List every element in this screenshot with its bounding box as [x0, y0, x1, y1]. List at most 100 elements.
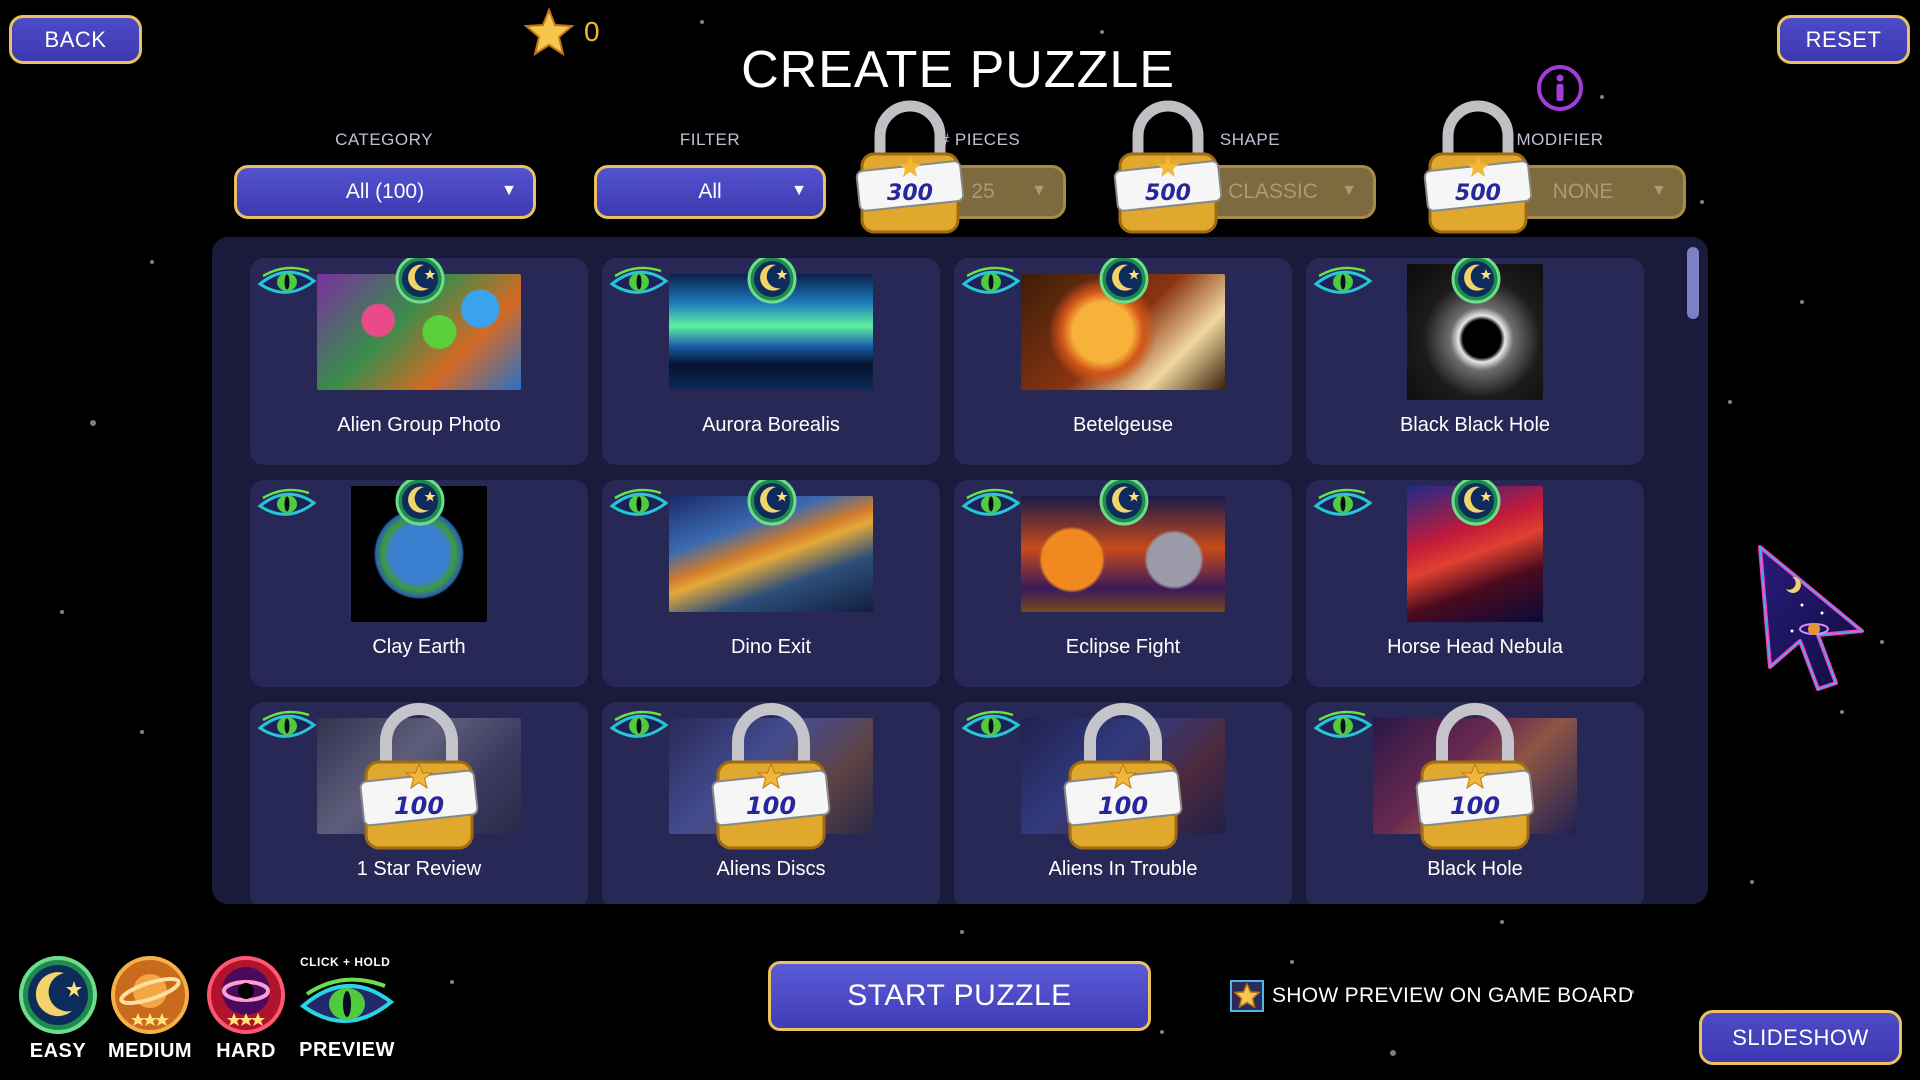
preview-eye-icon[interactable]: [609, 264, 669, 305]
puzzle-title: Aurora Borealis: [702, 414, 840, 436]
puzzle-card[interactable]: 100 Black Hole: [1306, 702, 1644, 904]
background-star: [1100, 30, 1104, 34]
padlock-icon[interactable]: 100: [1406, 702, 1544, 859]
show-preview-label: SHOW PREVIEW ON GAME BOARD: [1272, 984, 1634, 1007]
preview-eye-icon[interactable]: [1313, 486, 1373, 527]
difficulty-easy-icon: [746, 480, 798, 532]
background-star: [90, 420, 96, 426]
puzzle-card[interactable]: 100 1 Star Review: [250, 702, 588, 904]
preview-eye-icon[interactable]: [1313, 708, 1373, 749]
legend-preview: PREVIEW: [296, 972, 398, 1062]
slideshow-button[interactable]: SLIDESHOW: [1699, 1010, 1902, 1065]
puzzle-title: Aliens Discs: [716, 858, 826, 880]
svg-text:100: 100: [394, 792, 444, 820]
puzzle-title: Black Black Hole: [1399, 414, 1551, 436]
preview-eye-icon[interactable]: [257, 486, 317, 527]
checkbox-checked[interactable]: [1230, 980, 1264, 1012]
dropdown-arrow-icon: ▼: [791, 182, 807, 199]
preview-eye-icon[interactable]: [257, 264, 317, 305]
puzzle-card[interactable]: Eclipse Fight: [954, 480, 1292, 687]
background-star: [1700, 200, 1704, 204]
background-star: [60, 610, 64, 614]
preview-eye-icon[interactable]: [961, 264, 1021, 305]
puzzle-title: Horse Head Nebula: [1387, 636, 1563, 658]
background-star: [960, 930, 964, 934]
difficulty-easy-icon: [746, 258, 798, 310]
puzzle-card[interactable]: Black Black Hole: [1306, 258, 1644, 465]
filter-value: All: [698, 180, 722, 203]
puzzle-title: Eclipse Fight: [1065, 636, 1181, 658]
legend-hard-label: HARD: [216, 1040, 276, 1062]
shape-lock-cost: 500: [1145, 181, 1191, 206]
modifier-value: NONE: [1552, 180, 1614, 203]
background-star: [150, 260, 154, 264]
dropdown-arrow-icon: ▼: [1031, 182, 1047, 199]
svg-text:100: 100: [1098, 792, 1148, 820]
difficulty-easy-icon: [394, 480, 446, 532]
background-star: [450, 980, 454, 984]
legend-medium-label: MEDIUM: [107, 1040, 193, 1062]
preview-eye-icon[interactable]: [1313, 264, 1373, 305]
puzzle-title: Black Hole: [1427, 858, 1523, 880]
modifier-lock[interactable]: 500: [1416, 96, 1540, 243]
pieces-lock-cost: 300: [887, 181, 933, 206]
info-icon[interactable]: [1536, 64, 1584, 112]
show-preview-toggle[interactable]: SHOW PREVIEW ON GAME BOARD: [1230, 980, 1633, 1012]
puzzle-card[interactable]: Horse Head Nebula: [1306, 480, 1644, 687]
puzzle-title: Clay Earth: [372, 636, 466, 658]
grid-scrollbar[interactable]: [1687, 247, 1699, 319]
background-star: [1290, 960, 1294, 964]
background-star: [1840, 710, 1844, 714]
padlock-icon[interactable]: 100: [350, 702, 488, 859]
puzzle-card[interactable]: Clay Earth: [250, 480, 588, 687]
start-puzzle-button[interactable]: START PUZZLE: [768, 961, 1151, 1031]
preview-eye-icon[interactable]: [257, 708, 317, 749]
pieces-lock[interactable]: 300: [848, 96, 972, 243]
svg-text:100: 100: [1450, 792, 1500, 820]
click-hold-hint: CLICK + HOLD: [300, 955, 391, 969]
padlock-icon[interactable]: 100: [702, 702, 840, 859]
preview-eye-icon[interactable]: [609, 486, 669, 527]
cursor-arrow-icon: [1758, 545, 1864, 691]
difficulty-easy-icon: [394, 258, 446, 310]
preview-eye-icon[interactable]: [961, 708, 1021, 749]
padlock-icon: 300: [855, 100, 965, 234]
difficulty-easy-icon: [1098, 480, 1150, 532]
background-star: [1390, 1050, 1396, 1056]
background-star: [1500, 920, 1504, 924]
background-star: [1750, 880, 1754, 884]
puzzle-card[interactable]: 100 Aliens Discs: [602, 702, 940, 904]
preview-eye-icon[interactable]: [961, 486, 1021, 527]
background-star: [140, 730, 144, 734]
dropdown-arrow-icon: ▼: [1341, 182, 1357, 199]
puzzle-card[interactable]: Betelgeuse: [954, 258, 1292, 465]
svg-text:100: 100: [746, 792, 796, 820]
star-icon: [1234, 983, 1260, 1009]
dropdown-arrow-icon: ▼: [1651, 182, 1667, 199]
difficulty-easy-icon: [1450, 258, 1502, 310]
filter-dropdown[interactable]: All ▼: [594, 165, 826, 219]
puzzle-card[interactable]: 100 Aliens In Trouble: [954, 702, 1292, 904]
puzzle-card[interactable]: Alien Group Photo: [250, 258, 588, 465]
padlock-icon: 500: [1113, 100, 1223, 234]
puzzle-title: Dino Exit: [730, 636, 812, 658]
background-star: [1880, 640, 1884, 644]
moon-easy-icon: [19, 956, 97, 1034]
puzzle-grid[interactable]: Alien Group Photo Aurora Borealis Betelg…: [212, 237, 1708, 904]
puzzle-card[interactable]: Dino Exit: [602, 480, 940, 687]
puzzle-title: Alien Group Photo: [337, 414, 501, 436]
padlock-icon[interactable]: 100: [1054, 702, 1192, 859]
legend-hard: HARD: [202, 955, 290, 1063]
black-hole-hard-icon: [207, 956, 285, 1034]
shape-lock[interactable]: 500: [1106, 96, 1230, 243]
planet-medium-icon: [111, 956, 189, 1034]
puzzle-title: Betelgeuse: [1072, 414, 1174, 436]
eye-preview-icon: [299, 977, 395, 1024]
preview-eye-icon[interactable]: [609, 708, 669, 749]
pieces-value: 25: [971, 180, 995, 203]
dropdown-arrow-icon: ▼: [501, 182, 517, 199]
puzzle-title: 1 Star Review: [356, 858, 482, 880]
puzzle-card[interactable]: Aurora Borealis: [602, 258, 940, 465]
difficulty-easy-icon: [1098, 258, 1150, 310]
category-dropdown[interactable]: All (100) ▼: [234, 165, 536, 219]
